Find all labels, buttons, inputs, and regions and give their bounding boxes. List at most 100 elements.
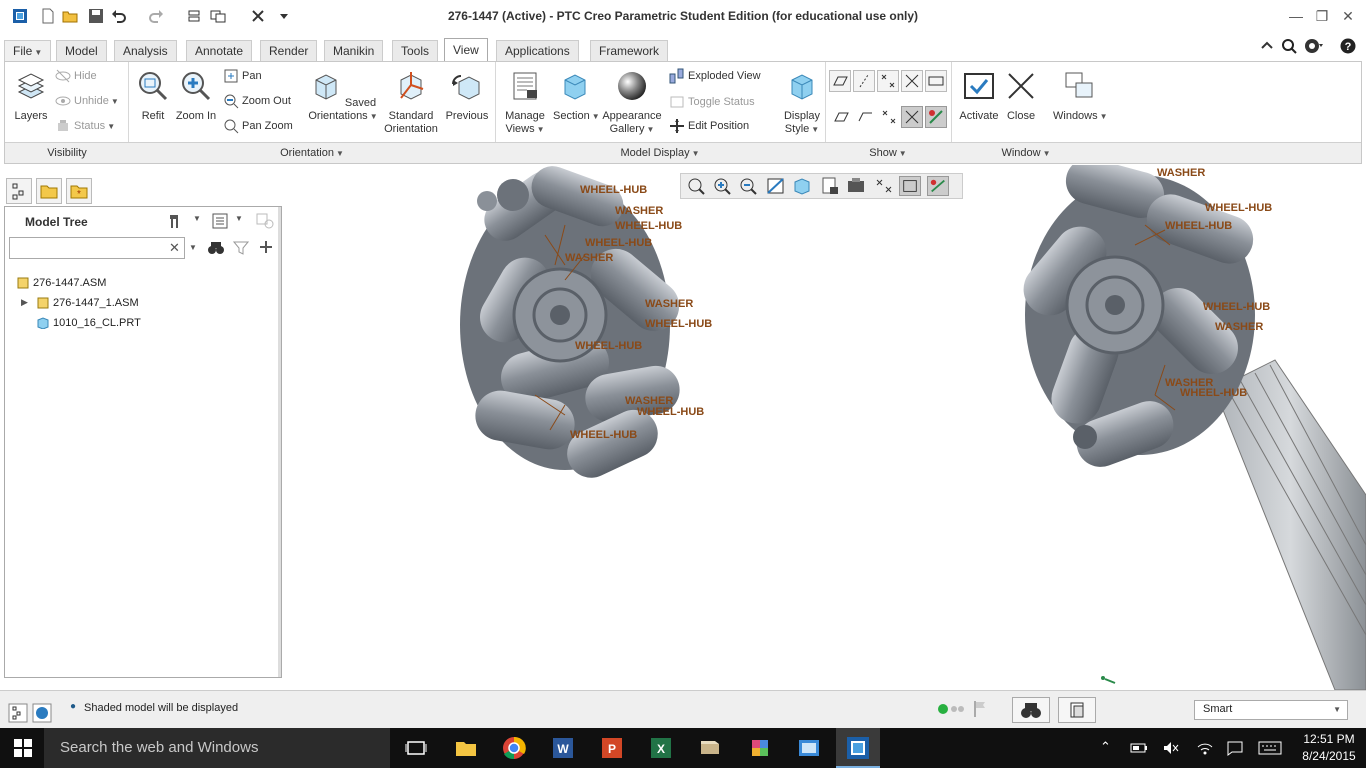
- csys-tag-toggle[interactable]: [901, 106, 923, 128]
- status-button[interactable]: Status ▼: [55, 117, 115, 135]
- tab-applications[interactable]: Applications: [496, 40, 579, 62]
- settings-dropdown-icon[interactable]: ▼: [193, 214, 201, 223]
- repaint-icon[interactable]: [765, 176, 787, 196]
- selection-filter-select[interactable]: Smart ▼: [1194, 700, 1348, 720]
- search-dropdown-icon[interactable]: ▼: [189, 243, 197, 252]
- previous-button[interactable]: Previous: [443, 70, 491, 123]
- model-tree-tab[interactable]: [6, 178, 32, 204]
- taskbar-search[interactable]: Search the web and Windows: [44, 728, 390, 768]
- group-show[interactable]: Show ▼: [825, 147, 951, 159]
- zoom-in-icon[interactable]: [711, 176, 733, 196]
- word-icon[interactable]: W: [551, 736, 575, 760]
- tab-analysis[interactable]: Analysis: [114, 40, 177, 62]
- saved-orientations-button[interactable]: Saved Orientations ▼: [307, 70, 379, 123]
- csys-toggle[interactable]: [901, 70, 923, 92]
- plane-tag-icon[interactable]: [831, 107, 851, 127]
- action-center-icon[interactable]: [1226, 740, 1244, 756]
- clock-date[interactable]: 8/24/2015: [1296, 749, 1362, 763]
- pan-zoom-button[interactable]: Pan Zoom: [223, 117, 293, 135]
- tab-annotate[interactable]: Annotate: [186, 40, 253, 62]
- settings-icon[interactable]: [167, 212, 185, 230]
- pan-button[interactable]: Pan: [223, 67, 262, 85]
- tab-manikin[interactable]: Manikin: [324, 40, 384, 62]
- tab-render[interactable]: Render: [260, 40, 318, 62]
- folder-browser-tab[interactable]: [36, 178, 62, 204]
- close-button-ribbon[interactable]: Close: [1003, 70, 1039, 123]
- manage-views-button[interactable]: Manage Views ▼: [501, 70, 549, 136]
- collapse-ribbon-icon[interactable]: [1260, 38, 1274, 52]
- add-column-icon[interactable]: [259, 240, 273, 254]
- refit-button[interactable]: Refit: [135, 70, 171, 123]
- powerpoint-icon[interactable]: P: [600, 736, 624, 760]
- display-style-button[interactable]: Display Style ▼: [779, 70, 825, 136]
- activate-button[interactable]: Activate: [955, 70, 1003, 123]
- clock-time[interactable]: 12:51 PM: [1296, 732, 1362, 746]
- unhide-button[interactable]: Unhide ▼: [55, 92, 119, 110]
- point-tag-icon[interactable]: [879, 107, 899, 127]
- book-app-icon[interactable]: [698, 736, 722, 760]
- tab-framework[interactable]: Framework: [590, 40, 669, 62]
- windows-button[interactable]: Windows ▼: [1053, 70, 1108, 123]
- graphics-window[interactable]: WHEEL-HUB WASHER WHEEL-HUB WASHER WHEEL-…: [285, 165, 1366, 690]
- display-style-icon[interactable]: [845, 176, 867, 196]
- toggle-status-button[interactable]: Toggle Status: [669, 93, 755, 111]
- tree-filters-icon[interactable]: [255, 212, 275, 230]
- tree-item-root[interactable]: 276-1447.ASM: [17, 275, 106, 291]
- remote-app-icon[interactable]: [797, 736, 821, 760]
- task-view-icon[interactable]: [404, 736, 428, 760]
- wifi-icon[interactable]: [1196, 740, 1214, 756]
- display-toggle-5[interactable]: [925, 70, 947, 92]
- group-window[interactable]: Window ▼: [951, 147, 1101, 159]
- find-icon[interactable]: [207, 240, 225, 256]
- standard-orientation-button[interactable]: Standard Orientation: [383, 70, 439, 136]
- show-hidden-icons[interactable]: ⌃: [1100, 739, 1111, 755]
- filter-icon[interactable]: [233, 240, 249, 256]
- tree-item-part[interactable]: 1010_16_CL.PRT: [37, 315, 141, 331]
- zoom-out-button[interactable]: Zoom Out: [223, 92, 291, 110]
- group-model-display[interactable]: Model Display ▼: [495, 147, 825, 159]
- close-button[interactable]: ✕: [1337, 6, 1359, 26]
- tab-tools[interactable]: Tools: [392, 40, 439, 62]
- tab-view[interactable]: View: [444, 38, 488, 62]
- group-orientation[interactable]: Orientation ▼: [129, 147, 495, 159]
- tree-item-subassembly[interactable]: 276-1447_1.ASM: [37, 295, 139, 311]
- datum-points-toggle[interactable]: [877, 70, 899, 92]
- creo-taskbar-button[interactable]: [836, 728, 880, 768]
- chrome-icon[interactable]: [502, 736, 526, 760]
- windows-start-icon[interactable]: [14, 739, 32, 757]
- appearance-gallery-button[interactable]: Appearance Gallery ▼: [599, 70, 665, 136]
- zoom-out-icon[interactable]: [737, 176, 759, 196]
- refit-icon[interactable]: [685, 176, 707, 196]
- annotation-display-icon[interactable]: [899, 176, 921, 196]
- clear-search-icon[interactable]: ✕: [169, 240, 180, 256]
- keyboard-icon[interactable]: [1258, 741, 1282, 755]
- tab-model[interactable]: Model: [56, 40, 107, 62]
- flag-icon[interactable]: [972, 700, 988, 718]
- panel-scrollbar[interactable]: [278, 207, 281, 677]
- find-button[interactable]: [1012, 697, 1050, 723]
- tab-file[interactable]: File ▼: [4, 40, 52, 62]
- spin-center-toggle[interactable]: [925, 106, 947, 128]
- battery-icon[interactable]: [1130, 741, 1148, 755]
- exploded-view-button[interactable]: Exploded View: [669, 67, 761, 85]
- datum-planes-toggle[interactable]: [829, 70, 851, 92]
- minimize-button[interactable]: —: [1285, 6, 1307, 26]
- creo-community-icon[interactable]: [1304, 38, 1324, 54]
- saved-orientations-icon[interactable]: [791, 176, 813, 196]
- search-icon[interactable]: [1281, 38, 1297, 54]
- section-button[interactable]: Section ▼: [553, 70, 600, 123]
- selection-filter-button[interactable]: [1058, 697, 1096, 723]
- restore-button[interactable]: ❐: [1311, 6, 1333, 26]
- spin-center-icon[interactable]: [927, 176, 949, 196]
- browser-toggle-icon[interactable]: [32, 703, 52, 723]
- navigator-toggle-icon[interactable]: [8, 703, 28, 723]
- datum-display-icon[interactable]: [873, 176, 895, 196]
- layers-button[interactable]: Layers: [9, 70, 53, 123]
- view-manager-icon[interactable]: [819, 176, 841, 196]
- hide-button[interactable]: Hide: [55, 67, 97, 85]
- search-input[interactable]: [9, 237, 185, 259]
- excel-icon[interactable]: X: [649, 736, 673, 760]
- file-explorer-icon[interactable]: [454, 736, 478, 760]
- edit-position-button[interactable]: Edit Position: [669, 117, 749, 135]
- datum-axes-toggle[interactable]: [853, 70, 875, 92]
